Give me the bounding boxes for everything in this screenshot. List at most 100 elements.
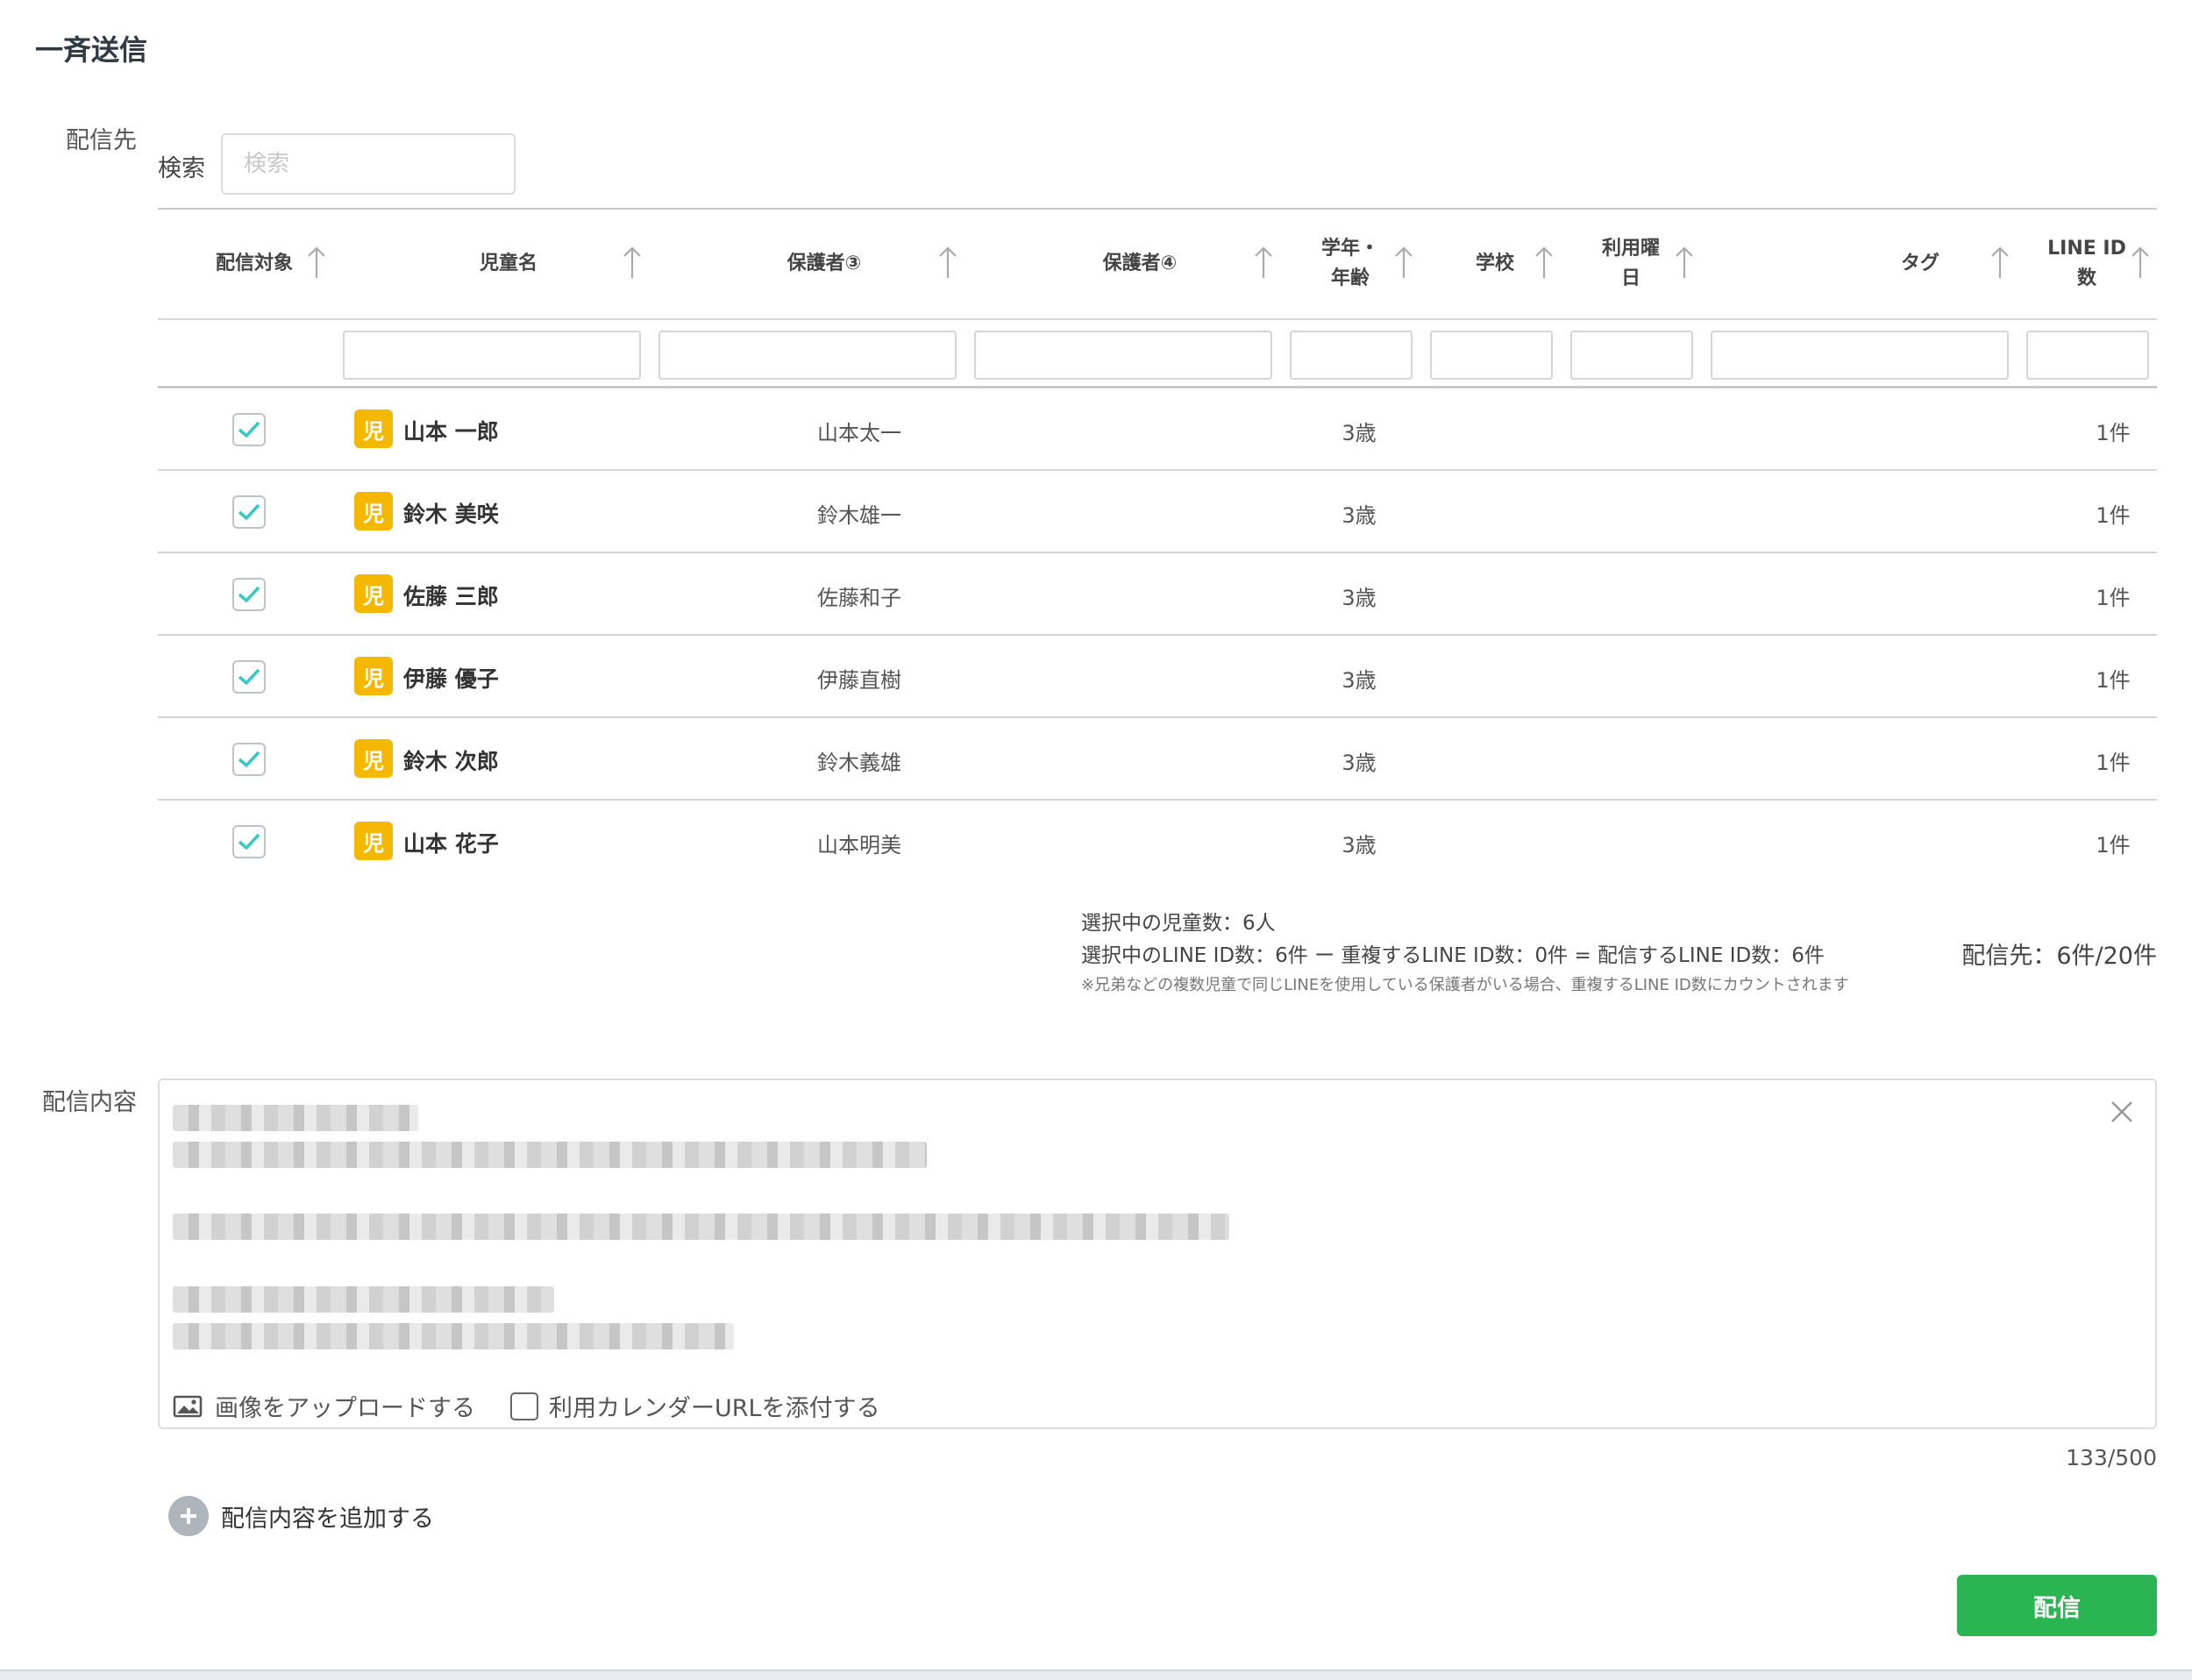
table-row: 児 伊藤 優子 伊藤直樹 3歳 1件 [158, 636, 2157, 718]
image-icon[interactable] [173, 1394, 203, 1419]
check-icon [238, 751, 260, 768]
close-icon [2111, 1101, 2132, 1122]
child-name: 鈴木 次郎 [403, 749, 499, 774]
filter-input-school[interactable] [1430, 331, 1553, 380]
child-name: 山本 一郎 [403, 419, 499, 445]
filter-row [158, 318, 2157, 388]
attach-calendar-checkbox[interactable] [510, 1392, 538, 1420]
blurred-text-line [173, 1214, 1229, 1240]
grade-cell: 3歳 [1342, 833, 1377, 858]
destination-count: 配信先：6件/20件 [1961, 943, 2157, 970]
child-badge: 児 [354, 409, 393, 448]
line-id-count: 1件 [2096, 421, 2131, 445]
blurred-text-line [173, 1323, 734, 1349]
upload-image-link[interactable]: 画像をアップロードする [215, 1389, 475, 1423]
column-header-tag[interactable]: タグ [1850, 210, 1990, 318]
grade-cell: 3歳 [1342, 586, 1377, 610]
line-id-count: 1件 [2096, 833, 2131, 858]
line-id-calculation: 選択中のLINE ID数：6件 ー 重複するLINE ID数：0件 = 配信する… [1081, 944, 1825, 967]
guardian-name: 鈴木雄一 [817, 503, 901, 528]
target-checkbox[interactable] [232, 495, 266, 529]
blurred-text-line [173, 1142, 927, 1168]
table-row: 児 鈴木 次郎 鈴木義雄 3歳 1件 [158, 718, 2157, 801]
filter-input-guardian-4[interactable] [974, 331, 1272, 380]
sort-arrow-up-icon[interactable] [307, 245, 326, 280]
line-id-count: 1件 [2096, 668, 2131, 693]
target-checkbox[interactable] [232, 413, 266, 446]
blurred-text-line [173, 1286, 554, 1313]
search-label: 検索 [158, 155, 205, 182]
sort-arrow-up-icon[interactable] [1675, 245, 1694, 280]
character-count: 133/500 [2066, 1445, 2157, 1470]
sort-arrow-up-icon[interactable] [1534, 245, 1554, 280]
target-checkbox[interactable] [232, 743, 266, 776]
blurred-text-line [173, 1105, 418, 1131]
target-checkbox[interactable] [232, 660, 266, 694]
column-header-school[interactable]: 学校 [1447, 210, 1543, 318]
column-header-guardian-4[interactable]: 保護者④ [1052, 210, 1228, 318]
sort-arrow-up-icon[interactable] [2131, 245, 2150, 280]
line-id-count: 1件 [2096, 751, 2131, 775]
selected-children-count: 選択中の児童数：6人 [1081, 912, 1276, 935]
table-row: 児 山本 花子 山本明美 3歳 1件 [158, 801, 2157, 883]
child-badge: 児 [354, 739, 393, 778]
close-content-button[interactable] [2104, 1094, 2139, 1129]
filter-input-grade[interactable] [1290, 331, 1413, 380]
guardian-name: 山本太一 [817, 421, 901, 445]
filter-input-line-id[interactable] [2026, 331, 2149, 380]
send-button[interactable]: 配信 [1957, 1575, 2157, 1636]
table-row: 児 鈴木 美咲 鈴木雄一 3歳 1件 [158, 471, 2157, 553]
filter-input-guardian-3[interactable] [658, 331, 957, 380]
add-content-button[interactable]: 配信内容を追加する [168, 1496, 434, 1536]
grade-cell: 3歳 [1342, 421, 1377, 445]
table-row: 児 佐藤 三郎 佐藤和子 3歳 1件 [158, 553, 2157, 636]
message-content-editor[interactable]: 画像をアップロードする 利用カレンダーURLを添付する [158, 1078, 2157, 1429]
sort-arrow-up-icon[interactable] [1394, 245, 1413, 280]
sort-arrow-up-icon[interactable] [1990, 245, 2010, 280]
grade-cell: 3歳 [1342, 668, 1377, 693]
page-title: 一斉送信 [35, 33, 148, 67]
column-header-child[interactable]: 児童名 [421, 210, 596, 318]
add-content-label: 配信内容を追加する [221, 1505, 434, 1533]
content-label: 配信内容 [42, 1089, 137, 1116]
filter-input-child[interactable] [343, 331, 641, 380]
sort-arrow-up-icon[interactable] [623, 245, 642, 280]
grade-cell: 3歳 [1342, 503, 1377, 528]
recipient-table: 配信対象 児童名 保護者③ 保護者④ 学年・年齢 学校 利用曜日 タグ LINE… [158, 208, 2157, 883]
target-checkbox[interactable] [232, 825, 266, 858]
column-header-days[interactable]: 利用曜日 [1578, 210, 1683, 318]
line-id-count: 1件 [2096, 503, 2131, 528]
child-name: 鈴木 美咲 [403, 502, 499, 527]
guardian-name: 伊藤直樹 [817, 668, 901, 693]
attach-calendar-label[interactable]: 利用カレンダーURLを添付する [549, 1389, 880, 1423]
child-badge: 児 [354, 492, 393, 530]
column-header-target[interactable]: 配信対象 [193, 210, 316, 318]
column-header-grade[interactable]: 学年・年齢 [1298, 210, 1403, 318]
destination-label: 配信先 [66, 127, 137, 154]
check-icon [238, 586, 260, 603]
search-input[interactable] [221, 133, 516, 195]
child-name: 伊藤 優子 [403, 666, 499, 692]
check-icon [238, 668, 260, 686]
child-name: 佐藤 三郎 [403, 584, 499, 609]
selection-summary: 選択中の児童数：6人 選択中のLINE ID数：6件 ー 重複するLINE ID… [1081, 908, 1849, 999]
grade-cell: 3歳 [1342, 751, 1377, 775]
table-body: 児 山本 一郎 山本太一 3歳 1件 児 鈴木 美咲 鈴木雄一 3歳 1件 児 … [158, 388, 2157, 883]
duplicate-note: ※兄弟などの複数児童で同じLINEを使用している保護者がいる場合、重複するLIN… [1081, 976, 1849, 994]
check-icon [238, 503, 260, 521]
sort-arrow-up-icon[interactable] [938, 245, 957, 280]
child-name: 山本 花子 [403, 831, 499, 857]
target-checkbox[interactable] [232, 578, 266, 611]
column-header-guardian-3[interactable]: 保護者③ [737, 210, 912, 318]
filter-input-days[interactable] [1570, 331, 1693, 380]
filter-input-tag[interactable] [1711, 331, 2009, 380]
bottom-scroll-bar [0, 1669, 2192, 1680]
child-badge: 児 [354, 574, 393, 613]
guardian-name: 山本明美 [817, 833, 901, 858]
plus-circle-icon [168, 1496, 209, 1536]
sort-arrow-up-icon[interactable] [1254, 245, 1273, 280]
line-id-count: 1件 [2096, 586, 2131, 610]
guardian-name: 佐藤和子 [817, 586, 901, 610]
column-header-line-id[interactable]: LINE ID数 [2025, 210, 2148, 318]
table-header: 配信対象 児童名 保護者③ 保護者④ 学年・年齢 学校 利用曜日 タグ LINE… [158, 210, 2157, 318]
